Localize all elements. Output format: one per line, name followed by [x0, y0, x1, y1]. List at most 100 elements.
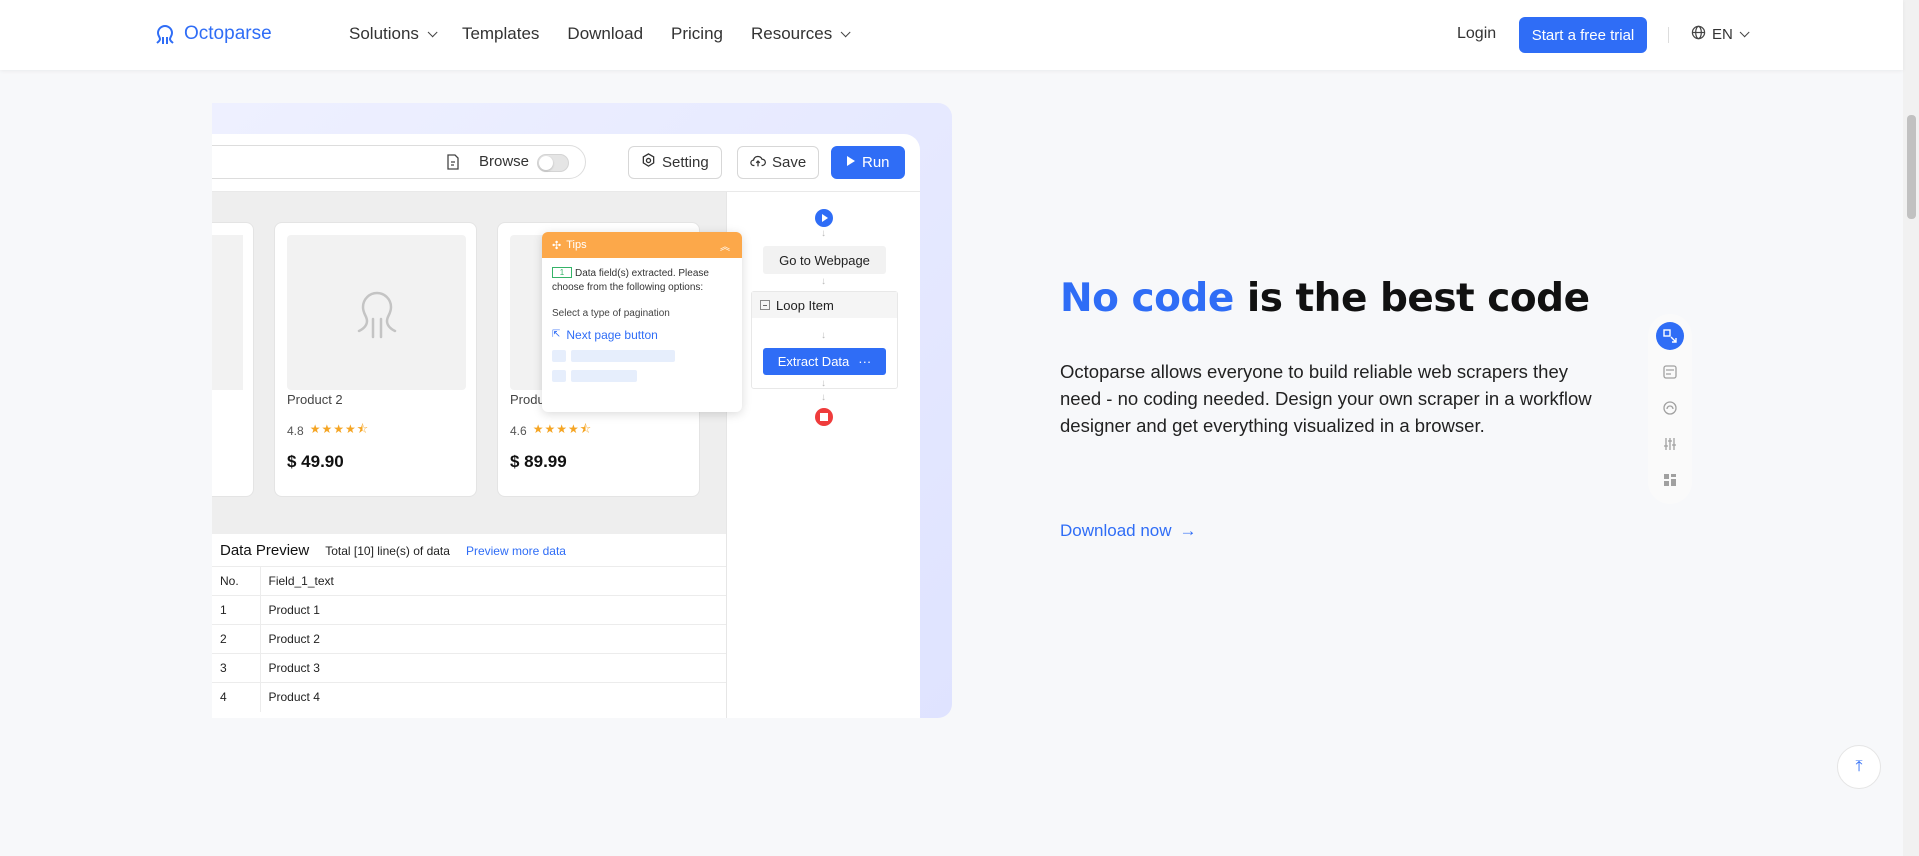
- heading-rest: is the best code: [1233, 276, 1590, 321]
- scrape-icon[interactable]: [1656, 322, 1684, 350]
- cursor-click-icon: ⇱: [552, 329, 561, 340]
- back-to-top-button[interactable]: ⤒: [1837, 745, 1881, 789]
- data-preview-header: Data Preview Total [10] line(s) of data …: [220, 542, 566, 559]
- product-card[interactable]: [212, 222, 254, 497]
- row-number: 3: [212, 653, 261, 683]
- chevron-down-icon: [427, 26, 438, 37]
- tips-message: Data field(s) extracted. Please choose f…: [552, 268, 709, 293]
- url-bar[interactable]: Browse: [212, 145, 586, 179]
- row-number: 1: [212, 595, 261, 625]
- skeleton-bar: [571, 370, 637, 382]
- product-image-placeholder: [212, 235, 243, 390]
- nav-templates[interactable]: Templates: [462, 24, 539, 44]
- arrow-down-icon: ↓: [821, 330, 826, 341]
- cell-value: Product 4: [260, 682, 726, 712]
- browser-canvas: Product 2 4.8 ★★★★⯪ $ 49.90 Product 3 4.…: [212, 192, 742, 534]
- data-preview-title: Data Preview: [220, 542, 310, 559]
- collapse-up-icon[interactable]: ︽: [720, 238, 730, 253]
- arrow-down-icon: ↓: [821, 276, 826, 287]
- section-description: Octoparse allows everyone to build relia…: [1060, 361, 1592, 436]
- star-rating-icon: ★★★★⯪: [309, 422, 370, 436]
- loop-item-label: Loop Item: [776, 297, 834, 313]
- login-link[interactable]: Login: [1457, 25, 1496, 43]
- setting-label: Setting: [662, 154, 709, 171]
- top-navigation: Octoparse Solutions Templates Download P…: [0, 0, 1903, 70]
- browse-label: Browse: [479, 153, 530, 170]
- dashboard-icon[interactable]: [1656, 466, 1684, 494]
- option-label: Next page button: [566, 328, 658, 342]
- tips-message-row: 1 Data field(s) extracted. Please choose …: [552, 267, 732, 295]
- cell-value: Product 1: [260, 595, 726, 625]
- setting-button[interactable]: Setting: [628, 146, 722, 179]
- column-header: No.: [212, 566, 261, 596]
- heading-accent: No code: [1060, 276, 1234, 321]
- star-rating-icon: ★★★★⯪: [532, 422, 593, 436]
- preview-more-link[interactable]: Preview more data: [466, 544, 566, 558]
- move-icon: ✣: [552, 239, 562, 252]
- nav-resources[interactable]: Resources: [751, 24, 851, 44]
- data-preview-table: No. Field_1_text 1 Product 1 2 Product 2…: [212, 566, 726, 712]
- language-label: EN: [1712, 26, 1733, 43]
- workflow-step-goto-webpage[interactable]: Go to Webpage: [763, 246, 886, 274]
- table-header-row: No. Field_1_text: [212, 566, 726, 596]
- settings-sliders-icon[interactable]: [1656, 430, 1684, 458]
- tips-header[interactable]: ✣ Tips ︽: [542, 232, 742, 258]
- rating-value: 4.8: [287, 423, 304, 438]
- product-demo: Browse Setting Save Run Product 2 4.8 ★★…: [212, 103, 952, 718]
- gear-icon: [641, 153, 656, 172]
- nav-download[interactable]: Download: [567, 24, 643, 44]
- row-number: 2: [212, 624, 261, 654]
- cloud-upload-icon: [750, 154, 766, 172]
- arrow-down-icon: ↓: [821, 228, 826, 239]
- nav-solutions[interactable]: Solutions: [349, 24, 438, 44]
- logo-text: Octoparse: [184, 23, 272, 44]
- nav-label: Templates: [461, 24, 540, 43]
- octopus-logo-icon: [152, 21, 178, 47]
- product-price: $ 49.90: [287, 452, 344, 471]
- tips-title: Tips: [566, 239, 587, 251]
- save-label: Save: [772, 154, 807, 171]
- browse-toggle[interactable]: [537, 154, 569, 172]
- nav-pricing[interactable]: Pricing: [671, 24, 723, 44]
- main-menu: Solutions Templates Download Pricing Res…: [349, 24, 851, 44]
- octoparse-logo[interactable]: Octoparse: [152, 21, 272, 47]
- template-icon[interactable]: [1656, 358, 1684, 386]
- cell-value: Product 2: [260, 624, 726, 654]
- product-card[interactable]: Product 2 4.8 ★★★★⯪ $ 49.90: [274, 222, 477, 497]
- product-price: $ 89.99: [510, 452, 567, 471]
- skeleton-icon: [552, 350, 566, 362]
- section-heading: No code is the best code: [1060, 276, 1590, 321]
- start-free-trial-button[interactable]: Start a free trial: [1519, 17, 1647, 53]
- workflow-step-extract-data[interactable]: Extract Data ···: [763, 348, 886, 375]
- table-row[interactable]: 1 Product 1: [212, 595, 726, 625]
- download-now-link[interactable]: Download now →: [1060, 521, 1197, 541]
- more-options-icon[interactable]: ···: [858, 354, 871, 369]
- field-count-badge: 1: [552, 267, 572, 278]
- table-row[interactable]: 4 Product 4: [212, 682, 726, 712]
- arrow-right-icon: →: [1179, 521, 1197, 540]
- nav-label: Resources: [751, 24, 833, 43]
- table-row[interactable]: 3 Product 3: [212, 653, 726, 683]
- nav-label: Solutions: [349, 24, 419, 43]
- loop-item-header[interactable]: Loop Item: [752, 292, 897, 318]
- product-rating: 4.8 ★★★★⯪: [287, 420, 369, 441]
- download-now-label: Download now: [1060, 521, 1172, 540]
- product-name: Product 2: [287, 392, 343, 407]
- arrow-down-icon: ↓: [821, 378, 826, 389]
- workflow-start-icon[interactable]: [815, 209, 833, 227]
- scrollbar-thumb[interactable]: [1907, 115, 1916, 219]
- tips-popup: ✣ Tips ︽ 1 Data field(s) extracted. Pleas…: [542, 232, 742, 412]
- cloud-icon[interactable]: [1656, 394, 1684, 422]
- edit-document-icon[interactable]: [446, 154, 460, 175]
- chevron-down-icon: [840, 26, 851, 37]
- tips-subtitle: Select a type of pagination: [552, 308, 670, 319]
- table-row[interactable]: 2 Product 2: [212, 624, 726, 654]
- save-button[interactable]: Save: [737, 146, 820, 179]
- collapse-minus-icon[interactable]: [760, 300, 770, 310]
- language-selector[interactable]: EN: [1691, 25, 1750, 44]
- run-button[interactable]: Run: [831, 146, 905, 179]
- app-toolbar: Browse Setting Save Run: [212, 134, 920, 192]
- next-page-button-option[interactable]: ⇱ Next page button: [552, 328, 732, 342]
- workflow-stop-icon[interactable]: [815, 408, 833, 426]
- row-number: 4: [212, 682, 261, 712]
